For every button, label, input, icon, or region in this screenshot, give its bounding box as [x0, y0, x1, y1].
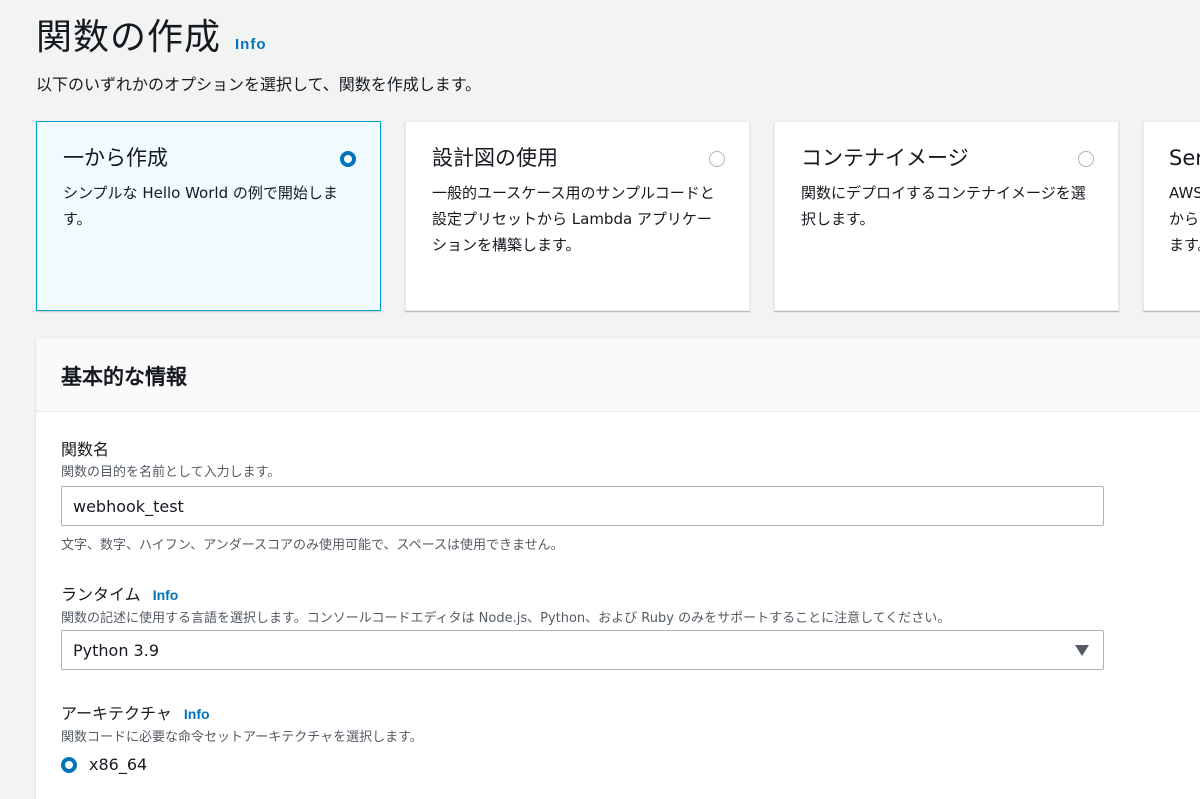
- runtime-description: 関数の記述に使用する言語を選択します。コンソールコードエディタは Node.js…: [61, 611, 951, 626]
- option-card-blueprint[interactable]: 設計図の使用 一般的ユースケース用のサンプルコードと設定プリセットから Lamb…: [405, 121, 750, 311]
- page-title: 関数の作成 Info: [36, 8, 267, 60]
- architecture-option-label: x86_64: [89, 755, 148, 774]
- architecture-label: アーキテクチャ Info: [61, 700, 210, 724]
- function-name-input[interactable]: [61, 486, 1104, 526]
- option-radio-selected[interactable]: [340, 151, 356, 167]
- function-name-label: 関数名: [61, 436, 109, 460]
- runtime-label-text: ランタイム: [61, 585, 141, 604]
- option-radio[interactable]: [1078, 151, 1094, 167]
- panel-header: 基本的な情報: [36, 339, 1200, 412]
- architecture-info-link[interactable]: Info: [184, 706, 210, 722]
- option-title: コンテナイメージ: [801, 146, 969, 170]
- option-radio[interactable]: [709, 151, 725, 167]
- runtime-select[interactable]: Python 3.9: [61, 630, 1104, 670]
- title-info-link[interactable]: Info: [235, 36, 267, 53]
- function-name-label-text: 関数名: [61, 440, 110, 459]
- option-title: Serverless App Repository: [1169, 146, 1200, 170]
- page-description: 以下のいずれかのオプションを選択して、関数を作成します。: [36, 75, 482, 94]
- function-name-description: 関数の目的を名前として入力します。: [61, 465, 281, 480]
- caret-down-icon: [1075, 645, 1089, 656]
- option-card-container-image[interactable]: コンテナイメージ 関数にデプロイするコンテナイメージを選択します。: [774, 121, 1119, 311]
- architecture-label-text: アーキテクチャ: [61, 704, 172, 723]
- architecture-option-x86[interactable]: x86_64: [61, 755, 147, 774]
- option-title: 一から作成: [63, 146, 168, 170]
- option-description: AWS Serverless Application Repository から…: [1169, 184, 1200, 254]
- basic-info-panel: 基本的な情報 関数名 関数の目的を名前として入力します。 文字、数字、ハイフン、…: [36, 339, 1200, 799]
- runtime-label: ランタイム Info: [61, 581, 178, 605]
- option-title: 設計図の使用: [432, 146, 558, 170]
- option-card-serverless-repo[interactable]: Serverless App Repository AWS Serverless…: [1143, 121, 1200, 311]
- option-description: 一般的ユースケース用のサンプルコードと設定プリセットから Lambda アプリケ…: [432, 184, 715, 254]
- runtime-select-value: Python 3.9: [73, 640, 159, 660]
- option-description: シンプルな Hello World の例で開始します。: [63, 184, 338, 228]
- page-title-text: 関数の作成: [36, 17, 222, 58]
- panel-title: 基本的な情報: [61, 365, 187, 389]
- function-name-constraint: 文字、数字、ハイフン、アンダースコアのみ使用可能で、スペースは使用できません。: [61, 538, 564, 553]
- architecture-description: 関数コードに必要な命令セットアーキテクチャを選択します。: [61, 730, 423, 745]
- option-description: 関数にデプロイするコンテナイメージを選択します。: [801, 184, 1086, 228]
- architecture-radio-selected[interactable]: [61, 756, 77, 773]
- runtime-info-link[interactable]: Info: [153, 587, 179, 603]
- option-card-author-from-scratch[interactable]: 一から作成 シンプルな Hello World の例で開始します。: [36, 121, 381, 311]
